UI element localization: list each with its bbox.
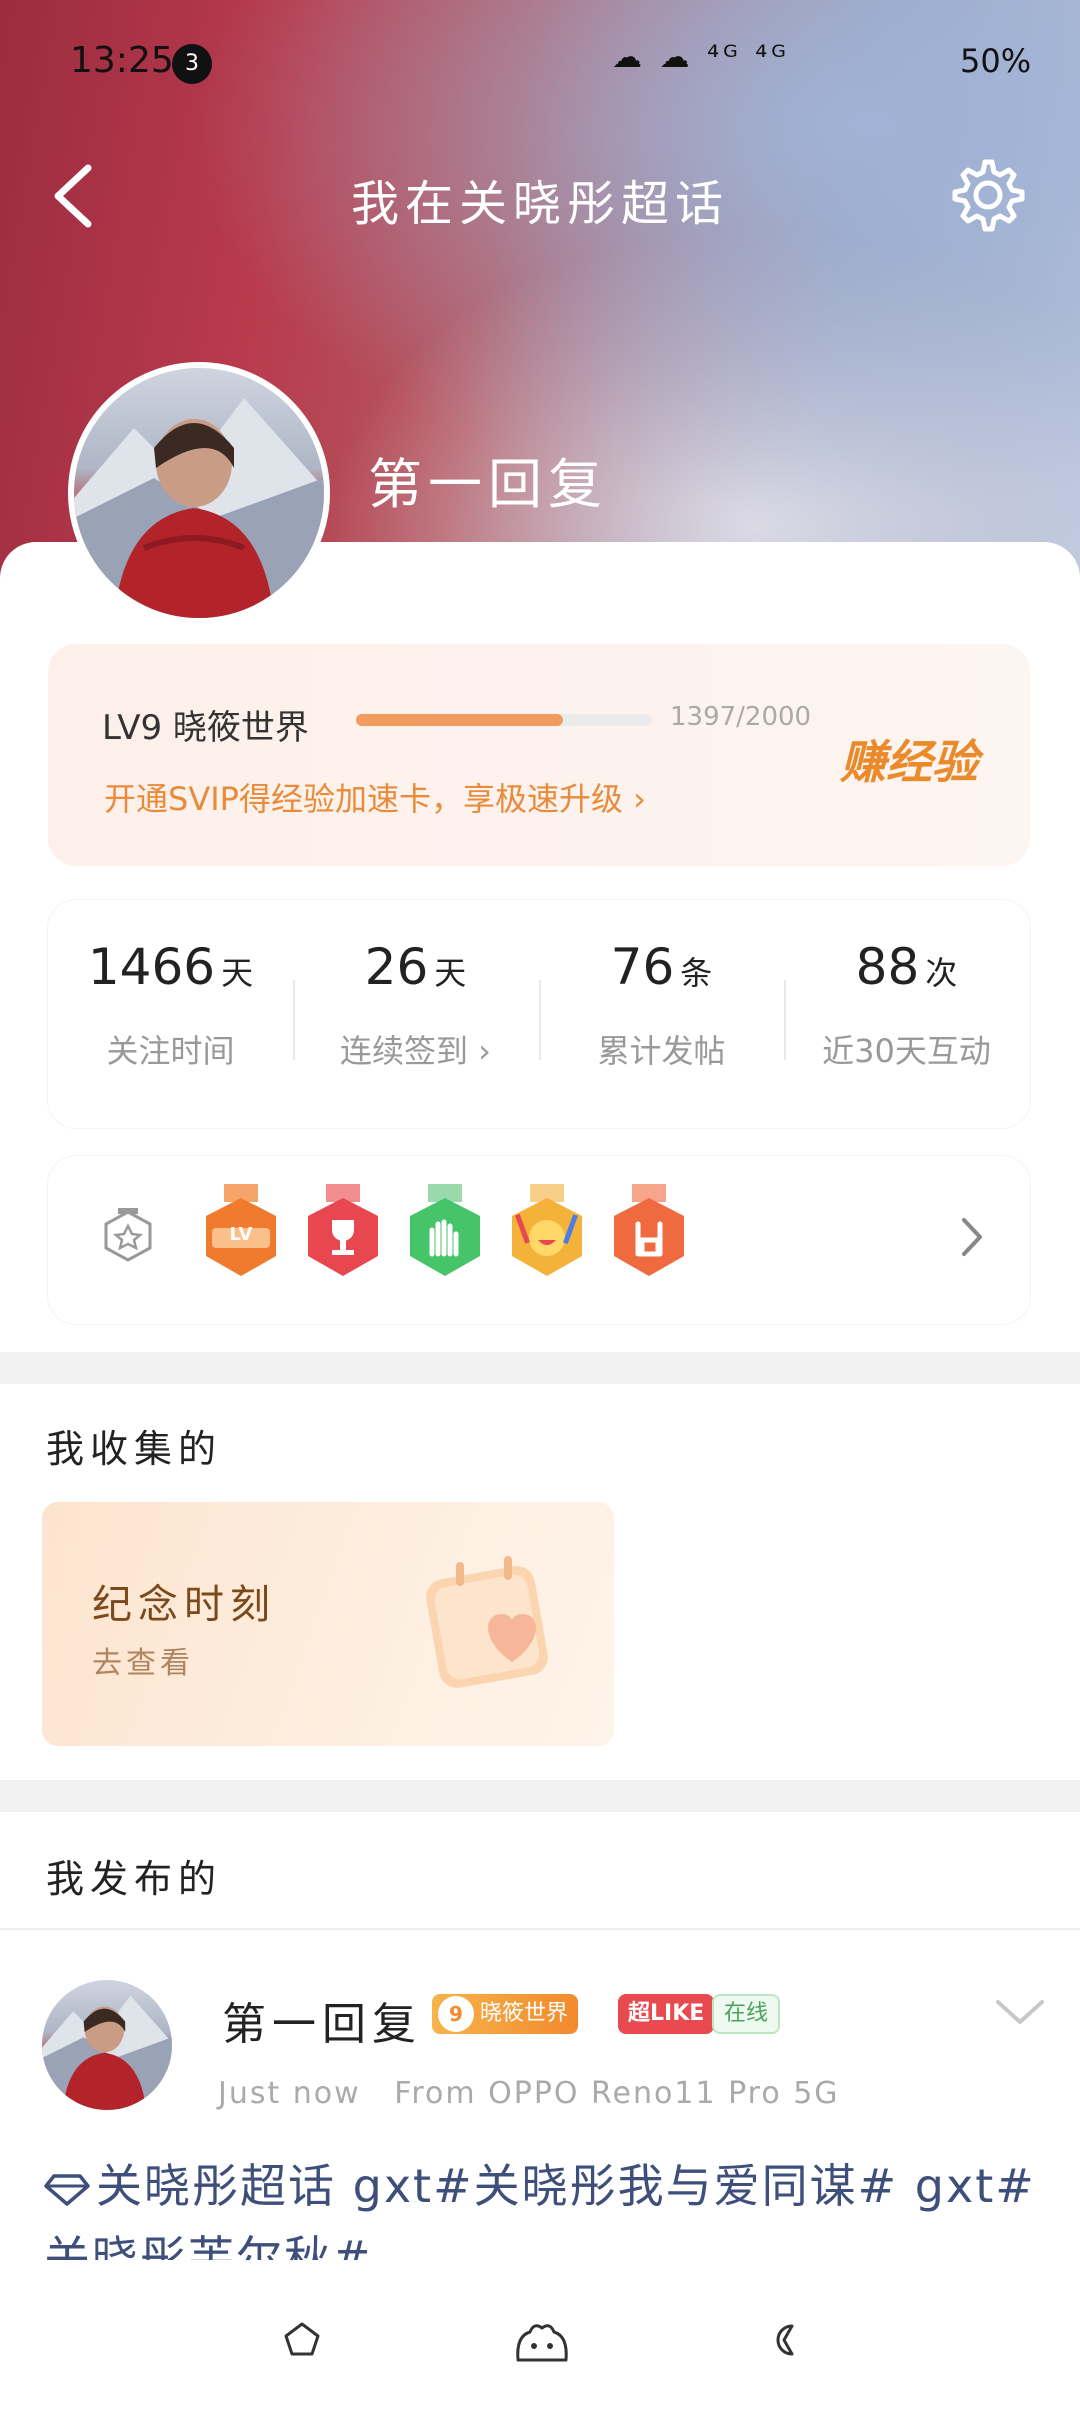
status-time: 13:25 — [70, 40, 174, 81]
level-tag-number: 9 — [438, 1996, 474, 2032]
level-tag: 9 晓筱世界 — [432, 1994, 579, 2034]
stat-total-posts: 76 条 累计发帖 — [539, 938, 784, 1072]
post-author-avatar[interactable] — [42, 1980, 172, 2110]
posts-title: 我发布的 — [46, 1857, 223, 1901]
stat-unit: 条 — [680, 954, 713, 992]
chevron-right-icon: › — [633, 780, 646, 818]
home-pentagon-icon[interactable] — [282, 2320, 322, 2360]
battery-level: 50% — [960, 42, 1032, 80]
stat-checkin-streak[interactable]: 26 天 连续签到 › — [293, 938, 538, 1072]
post-meta: Just now From OPPO Reno11 Pro 5G — [218, 2076, 840, 2111]
level-card[interactable]: LV9 晓筱世界 1397/2000 赚经验 开通SVIP得经验加速卡，享极速升… — [48, 644, 1030, 866]
stat-value: 76 — [610, 938, 675, 996]
badge-slot-icon — [104, 1208, 152, 1262]
profile-name: 第一回复 — [368, 453, 608, 516]
chevron-right-icon[interactable] — [956, 1212, 986, 1262]
stat-label: 近30天互动 — [822, 1032, 991, 1070]
post-avatar-photo — [42, 1995, 172, 2110]
status-icons: ☁ ☁ ⁴ᴳ ⁴ᴳ — [612, 40, 790, 75]
back-gesture-icon[interactable] — [766, 2320, 806, 2360]
rock-hand-medal-icon — [614, 1184, 684, 1276]
stat-value: 1466 — [87, 938, 216, 996]
memory-moment-card[interactable]: 纪念时刻 去查看 — [42, 1502, 614, 1746]
post-author-name[interactable]: 第一回复 — [222, 1988, 422, 2052]
stat-label: 累计发帖 — [597, 1032, 726, 1070]
stat-value: 88 — [855, 938, 920, 996]
bottom-nav-bar — [0, 2264, 1080, 2414]
svip-promo-text: 开通SVIP得经验加速卡，享极速升级 — [104, 780, 623, 818]
section-divider — [0, 1352, 1080, 1384]
mascot-icon[interactable] — [512, 2320, 572, 2368]
avatar[interactable] — [68, 362, 330, 624]
trophy-medal[interactable] — [304, 1184, 382, 1284]
earn-xp-button[interactable]: 赚经验 — [840, 726, 978, 792]
page-title: 我在关晓彤超话 — [350, 176, 729, 232]
badges-card[interactable]: LV — [48, 1156, 1030, 1324]
level-progress-fill — [356, 714, 563, 726]
settings-button[interactable] — [942, 152, 1028, 238]
chevron-down-icon[interactable] — [992, 1994, 1048, 2030]
posts-divider — [0, 1928, 1080, 1930]
gear-icon — [952, 159, 1025, 232]
stat-follow-days: 1466 天 关注时间 — [48, 938, 293, 1072]
hand-medal-icon — [410, 1184, 480, 1276]
online-tag: 在线 — [712, 1994, 781, 2034]
stats-card: 1466 天 关注时间 26 天 连续签到 › 76 条 累计发帖 88 次 近30天互… — [48, 900, 1030, 1128]
collections-title: 我收集的 — [46, 1427, 223, 1471]
post-content[interactable]: 关晓彤超话 gxt#关晓彤我与爱同谋# gxt#关晓彤芙尔秋# — [44, 2150, 1044, 2260]
level-progress-text: 1397/2000 — [670, 702, 812, 732]
cheer-medal[interactable] — [508, 1184, 586, 1284]
diamond-icon — [44, 2173, 90, 2206]
stat-unit: 次 — [925, 954, 958, 992]
post-time: Just now — [218, 2076, 361, 2111]
stat-label: 关注时间 — [106, 1032, 235, 1070]
memory-title: 纪念时刻 — [92, 1582, 276, 1628]
stat-label: 连续签到 › — [340, 1032, 491, 1070]
stat-interactions: 88 次 近30天互动 — [784, 938, 1029, 1072]
svip-promo-link[interactable]: 开通SVIP得经验加速卡，享极速升级 › — [104, 774, 646, 820]
lv-medal[interactable]: LV — [202, 1184, 280, 1284]
notification-count-badge: 3 — [172, 44, 212, 84]
memory-view-link[interactable]: 去查看 — [92, 1638, 194, 1682]
super-like-tag: 超LIKE — [618, 1994, 715, 2034]
hand-medal[interactable] — [406, 1184, 484, 1284]
stat-value: 26 — [364, 938, 429, 996]
level-tag-label: 晓筱世界 — [480, 2001, 569, 2026]
stat-unit: 天 — [221, 954, 254, 992]
cheer-medal-icon — [512, 1184, 582, 1276]
section-divider — [0, 1780, 1080, 1812]
avatar-photo — [74, 398, 324, 618]
status-bar: 13:25 3 ☁ ☁ ⁴ᴳ ⁴ᴳ 50% — [0, 0, 1080, 120]
post-source: From OPPO Reno11 Pro 5G — [394, 2076, 840, 2111]
level-name: LV9 晓筱世界 — [102, 708, 309, 748]
stat-unit: 天 — [434, 954, 467, 992]
trophy-medal-icon — [308, 1184, 378, 1276]
calendar-heart-icon — [426, 1556, 548, 1688]
rock-hand-medal[interactable] — [610, 1184, 688, 1284]
medal-label: LV — [229, 1224, 253, 1245]
post-text: 关晓彤超话 gxt#关晓彤我与爱同谋# gxt#关晓彤芙尔秋# — [44, 2159, 1036, 2260]
level-progress-bar — [356, 714, 652, 726]
